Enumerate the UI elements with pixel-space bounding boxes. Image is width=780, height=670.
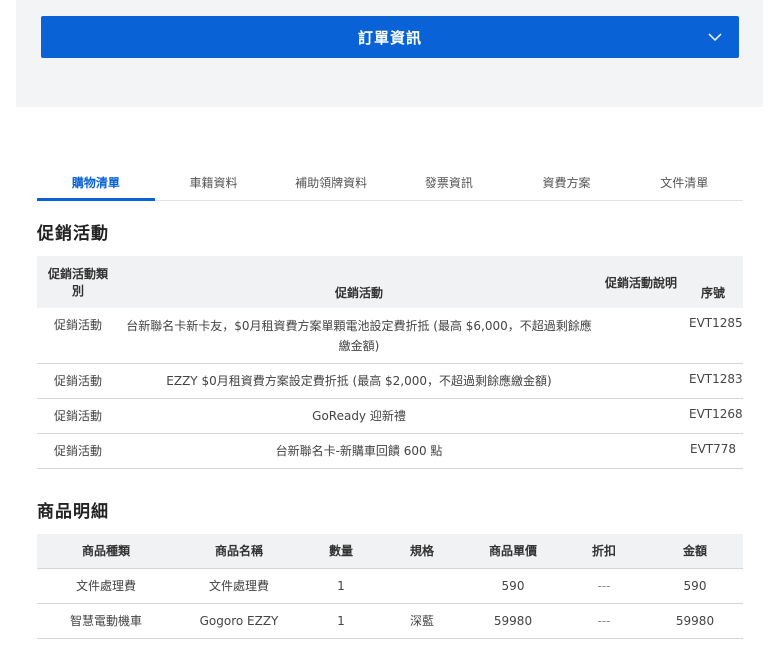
col-header-discount: 折扣	[591, 544, 616, 559]
product-type: 文件處理費	[37, 568, 175, 604]
promo-serial: EVT778	[683, 433, 743, 469]
chevron-down-icon	[708, 33, 722, 42]
order-info-toggle-button[interactable]: 訂單資訊	[41, 16, 739, 58]
promo-serial: EVT1268	[683, 398, 743, 434]
product-discount: ---	[561, 603, 647, 639]
col-header-spec: 規格	[409, 544, 434, 559]
promo-description	[599, 308, 683, 364]
col-header-promo-category: 促銷活動類別	[47, 267, 108, 298]
table-row: 智慧電動機車 Gogoro EZZY 1 深藍 59980 --- 59980	[37, 603, 743, 639]
tab-subsidy-license[interactable]: 補助領牌資料	[272, 168, 390, 200]
promo-description	[599, 363, 683, 399]
products-table: 商品種類 商品名稱 數量 規格 商品單價 折扣 金額 文件處理費 文件處理費 1…	[37, 534, 743, 639]
promo-activity: EZZY $0月租資費方案設定費折抵 (最高 $2,000，不超過剩餘應繳金額)	[119, 363, 599, 399]
table-row: 促銷活動 GoReady 迎新禮 EVT1268	[37, 398, 743, 434]
product-unit-price: 590	[465, 568, 561, 604]
product-discount: ---	[561, 568, 647, 604]
promo-category: 促銷活動	[37, 433, 119, 469]
product-name: Gogoro EZZY	[175, 603, 303, 639]
col-header-quantity: 數量	[328, 544, 353, 559]
tab-rate-plan[interactable]: 資費方案	[508, 168, 626, 200]
promo-description	[599, 398, 683, 434]
tab-vehicle-info[interactable]: 車籍資料	[155, 168, 273, 200]
order-info-title: 訂單資訊	[357, 28, 422, 47]
tab-document-list[interactable]: 文件清單	[625, 168, 743, 200]
product-spec	[379, 568, 465, 604]
col-header-promo-activity: 促銷活動	[334, 285, 383, 300]
product-name: 文件處理費	[175, 568, 303, 604]
col-header-unit-price: 商品單價	[488, 544, 537, 559]
tab-invoice-info[interactable]: 發票資訊	[390, 168, 508, 200]
product-amount: 59980	[647, 603, 743, 639]
col-header-product-type: 商品種類	[81, 544, 130, 559]
product-quantity: 1	[303, 568, 379, 604]
promotions-heading: 促銷活動	[37, 224, 109, 244]
promo-activity: GoReady 迎新禮	[119, 398, 599, 434]
col-header-product-name: 商品名稱	[214, 544, 263, 559]
tab-bar: 購物清單 車籍資料 補助領牌資料 發票資訊 資費方案 文件清單	[37, 168, 743, 201]
product-amount: 590	[647, 568, 743, 604]
product-type: 智慧電動機車	[37, 603, 175, 639]
product-spec: 深藍	[379, 603, 465, 639]
promo-category: 促銷活動	[37, 398, 119, 434]
promo-serial: EVT1283	[683, 363, 743, 399]
products-heading: 商品明細	[37, 502, 109, 522]
col-header-amount: 金額	[682, 544, 707, 559]
promo-description	[599, 433, 683, 469]
col-header-serial: 序號	[700, 285, 725, 300]
table-row: 文件處理費 文件處理費 1 590 --- 590	[37, 568, 743, 604]
product-unit-price: 59980	[465, 603, 561, 639]
promo-category: 促銷活動	[37, 308, 119, 364]
promo-activity: 台新聯名卡新卡友，$0月租資費方案單顆電池設定費折抵 (最高 $6,000，不超…	[119, 308, 599, 364]
col-header-promo-description: 促銷活動說明	[605, 275, 678, 290]
tab-shopping-list[interactable]: 購物清單	[37, 168, 155, 201]
promo-serial: EVT1285	[683, 308, 743, 364]
table-row: 促銷活動 台新聯名卡新卡友，$0月租資費方案單顆電池設定費折抵 (最高 $6,0…	[37, 308, 743, 364]
promo-activity: 台新聯名卡-新購車回饋 600 點	[119, 433, 599, 469]
promo-category: 促銷活動	[37, 363, 119, 399]
table-row: 促銷活動 EZZY $0月租資費方案設定費折抵 (最高 $2,000，不超過剩餘…	[37, 363, 743, 399]
promotions-table: 促銷活動類別 促銷活動 促銷活動說明 序號 促銷活動 台新聯名卡新卡友，$0月租…	[37, 256, 743, 469]
table-row: 促銷活動 台新聯名卡-新購車回饋 600 點 EVT778	[37, 433, 743, 469]
product-quantity: 1	[303, 603, 379, 639]
